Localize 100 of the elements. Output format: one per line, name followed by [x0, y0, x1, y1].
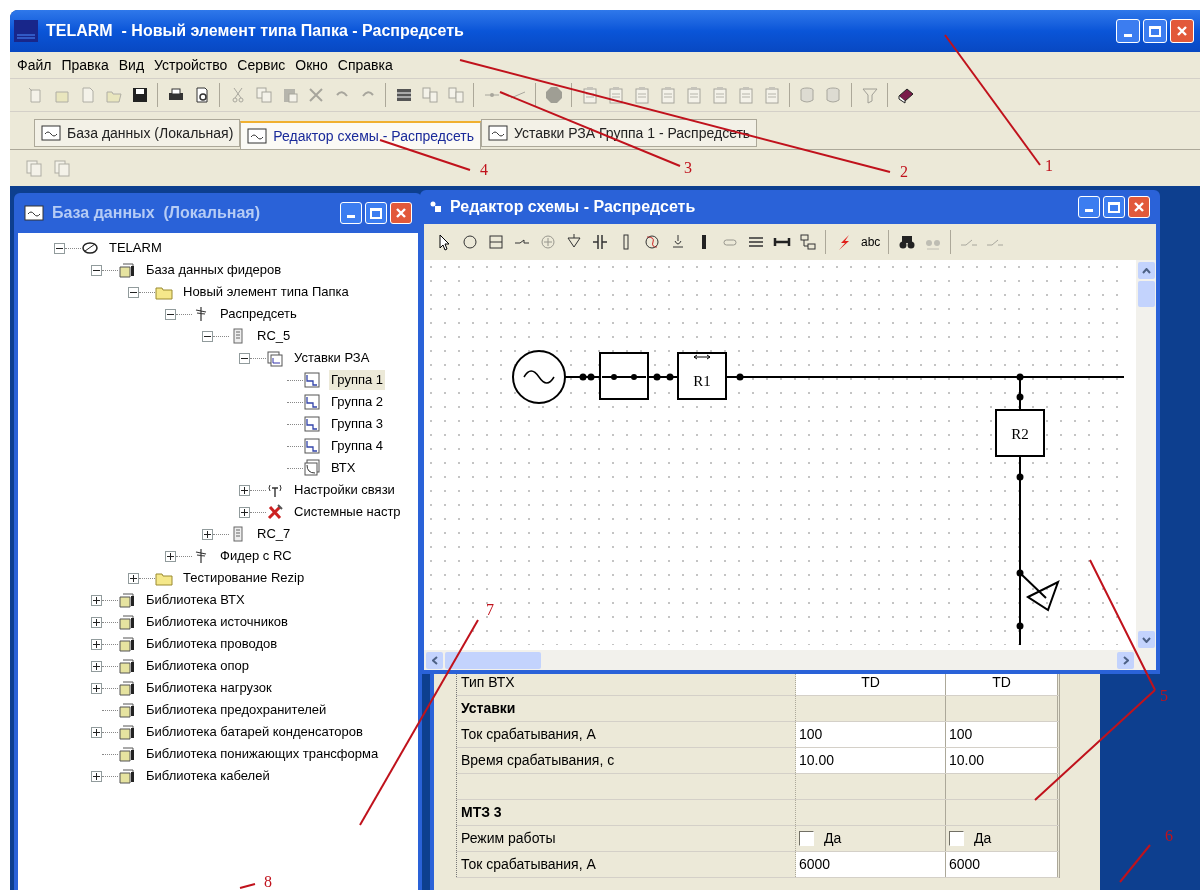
app-logo-icon	[14, 20, 38, 42]
menu-item[interactable]: Справка	[332, 54, 398, 76]
curve-sheet-icon	[303, 437, 321, 455]
tree-item[interactable]: Новый элемент типа Папка	[181, 282, 351, 302]
tree-item[interactable]: ВТХ	[329, 458, 358, 478]
close-button[interactable]	[390, 202, 412, 224]
expand-toggle[interactable]	[91, 682, 102, 694]
property-label: Тип ВТХ	[461, 673, 515, 692]
wave-window-icon	[41, 125, 61, 141]
document-tab[interactable]: База данных (Локальная)	[34, 119, 241, 147]
tree-item[interactable]: Библиотека источников	[144, 612, 290, 632]
plus-icon	[93, 596, 100, 604]
window-title: TELARM - Новый элемент типа Папка - Распредсеть	[46, 21, 465, 41]
database-folder-icon	[118, 745, 136, 763]
close-button[interactable]	[1128, 196, 1150, 218]
horizontal-scrollbar[interactable]	[424, 650, 1156, 670]
tree-item[interactable]: База данных фидеров	[144, 260, 284, 280]
maximize-button[interactable]	[365, 202, 387, 224]
annotation-number: 3	[684, 160, 692, 176]
tree-item[interactable]: Библиотека понижающих трансформа	[144, 744, 381, 764]
close-button[interactable]	[1170, 19, 1194, 43]
document-tab[interactable]: Редактор схемы - Распредсеть	[240, 121, 481, 149]
tree-item[interactable]: RC_7	[255, 524, 293, 544]
scrollbar-thumb[interactable]	[1137, 281, 1155, 307]
collapse-toggle[interactable]	[91, 264, 102, 276]
checkbox[interactable]	[949, 831, 964, 846]
value-cell[interactable]: 100	[946, 722, 1058, 747]
menu-item[interactable]: Устройство	[149, 54, 233, 76]
wave-window-icon	[247, 128, 268, 144]
expand-toggle[interactable]	[239, 506, 250, 518]
expand-toggle[interactable]	[202, 528, 213, 540]
tree-item[interactable]: Группа 3	[329, 414, 386, 434]
tree-item[interactable]: Библиотека предохранителей	[144, 700, 329, 720]
tree-item[interactable]: RC_5	[255, 326, 293, 346]
database-folder-icon	[118, 261, 136, 279]
minimize-button[interactable]	[1078, 196, 1100, 218]
expand-toggle[interactable]	[91, 726, 102, 738]
scrollbar-thumb[interactable]	[445, 651, 541, 669]
window-icon	[430, 201, 442, 213]
expand-toggle[interactable]	[91, 660, 102, 672]
checkbox[interactable]	[799, 831, 814, 846]
collapse-toggle[interactable]	[54, 242, 65, 254]
tree-item[interactable]: Библиотека опор	[144, 656, 252, 676]
close-icon	[1176, 25, 1188, 37]
value-cell[interactable]: 100	[796, 722, 946, 747]
tree-item[interactable]: Библиотека кабелей	[144, 766, 272, 786]
plus-icon	[93, 640, 100, 648]
expand-toggle[interactable]	[239, 484, 250, 496]
tree-item[interactable]: TELARM	[107, 238, 164, 258]
plus-icon	[93, 728, 100, 736]
expand-toggle[interactable]	[91, 594, 102, 606]
block-label: R2	[1011, 426, 1029, 442]
tree-item[interactable]: Фидер с RC	[218, 546, 294, 566]
tree-item[interactable]: Группа 4	[329, 436, 386, 456]
menu-item[interactable]: Вид	[113, 54, 150, 76]
menu-item[interactable]: Сервис	[232, 54, 291, 76]
curve-sheets-icon	[303, 459, 321, 477]
vertical-scrollbar[interactable]	[1136, 260, 1156, 650]
annotation-number: 2	[900, 164, 908, 180]
database-folder-icon	[118, 635, 136, 653]
annotation-number: 6	[1165, 828, 1173, 844]
tree-item[interactable]: Настройки связи	[292, 480, 397, 500]
tree-item[interactable]: Библиотека батарей конденсаторов	[144, 722, 365, 742]
collapse-toggle[interactable]	[202, 330, 213, 342]
maximize-button[interactable]	[1143, 19, 1167, 43]
settings-sheets-icon	[266, 349, 284, 367]
window-title: База данных (Локальная)	[52, 203, 261, 223]
value-cell[interactable]: 10.00	[796, 748, 946, 773]
tree-item[interactable]: Группа 1	[329, 370, 386, 390]
tree-item[interactable]: Системные настр	[292, 502, 403, 522]
menu-item[interactable]: Окно	[290, 54, 333, 76]
collapse-toggle[interactable]	[165, 308, 176, 320]
menu-item[interactable]: Файл	[12, 54, 57, 76]
expand-toggle[interactable]	[128, 572, 139, 584]
maximize-button[interactable]	[1103, 196, 1125, 218]
tree-item[interactable]: Тестирование Rezip	[181, 568, 307, 588]
database-folder-icon	[118, 701, 136, 719]
tree-item[interactable]: Распредсеть	[218, 304, 299, 324]
text-tool[interactable]: abc	[858, 230, 884, 254]
value-cell[interactable]: 10.00	[946, 748, 1058, 773]
collapse-toggle[interactable]	[128, 286, 139, 298]
close-icon	[1133, 201, 1145, 213]
plus-icon	[167, 552, 174, 560]
minimize-button[interactable]	[1116, 19, 1140, 43]
tree-item[interactable]: Группа 2	[329, 392, 386, 412]
menu-item[interactable]: Правка	[56, 54, 114, 76]
expand-toggle[interactable]	[91, 616, 102, 628]
tree-item[interactable]: Библиотека проводов	[144, 634, 280, 654]
expand-toggle[interactable]	[165, 550, 176, 562]
value-cell[interactable]: 6000	[796, 852, 946, 877]
tree-item[interactable]: Уставки РЗА	[292, 348, 372, 368]
expand-toggle[interactable]	[91, 770, 102, 782]
expand-toggle[interactable]	[91, 638, 102, 650]
tree-item[interactable]: Библиотека нагрузок	[144, 678, 274, 698]
plus-icon	[241, 508, 248, 516]
minimize-button[interactable]	[340, 202, 362, 224]
plus-icon	[93, 662, 100, 670]
collapse-toggle[interactable]	[239, 352, 250, 364]
value-cell[interactable]: 6000	[946, 852, 1058, 877]
tree-item[interactable]: Библиотека ВТХ	[144, 590, 247, 610]
